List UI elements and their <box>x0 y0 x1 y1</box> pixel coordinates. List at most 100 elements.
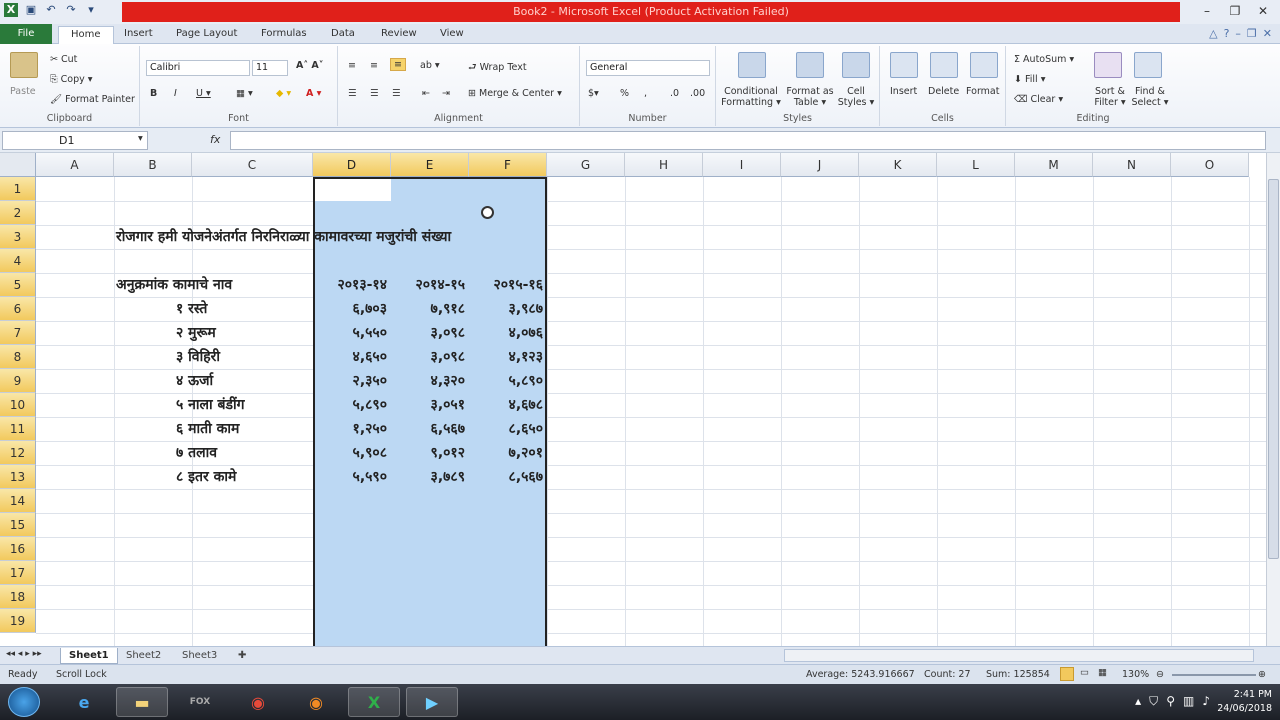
zoom-in-icon[interactable]: ⊕ <box>1258 669 1266 680</box>
select-all-button[interactable] <box>0 153 36 177</box>
insert-button[interactable]: Insert <box>890 86 917 97</box>
column-header-o[interactable]: O <box>1171 153 1249 177</box>
tab-formulas[interactable]: Formulas <box>261 26 307 44</box>
name-box[interactable]: D1 <box>2 131 148 150</box>
tab-home[interactable]: Home <box>58 26 114 44</box>
row-header[interactable]: 6 <box>0 297 36 321</box>
active-cell[interactable] <box>315 179 391 201</box>
decrease-indent-icon[interactable]: ⇤ <box>422 88 430 99</box>
row-header[interactable]: 3 <box>0 225 36 249</box>
workbook-restore-icon[interactable]: ❐ <box>1247 27 1257 40</box>
column-header-f[interactable]: F <box>469 153 547 177</box>
sort-filter-button[interactable]: Sort & Filter ▾ <box>1090 86 1130 108</box>
font-size-select[interactable]: 11 <box>252 60 288 76</box>
align-right-icon[interactable]: ☰ <box>392 88 401 99</box>
row-header[interactable]: 2 <box>0 201 36 225</box>
work-name-cell[interactable]: ३ विहिरी <box>176 345 220 369</box>
zoom-level[interactable]: 130% <box>1122 669 1149 680</box>
header-label[interactable]: अनुक्रमांक कामाचे नाव <box>116 273 232 297</box>
column-header-l[interactable]: L <box>937 153 1015 177</box>
value-cell[interactable]: ४,०७६ <box>469 321 543 345</box>
folder-icon[interactable]: ▬ <box>116 687 168 717</box>
tab-file[interactable]: File <box>0 24 52 44</box>
tab-insert[interactable]: Insert <box>124 26 153 44</box>
show-hidden-icons-icon[interactable]: ▴ <box>1135 694 1141 709</box>
row-header[interactable]: 4 <box>0 249 36 273</box>
conditional-formatting-button[interactable]: Conditional Formatting ▾ <box>720 86 782 108</box>
align-middle-icon[interactable]: ≡ <box>370 60 378 71</box>
value-cell[interactable]: ४,१२३ <box>469 345 543 369</box>
work-name-cell[interactable]: १ रस्ते <box>176 297 207 321</box>
insert-cells-icon[interactable] <box>890 52 918 78</box>
bold-icon[interactable]: B <box>150 88 157 99</box>
sheet-tab-3[interactable]: Sheet3 <box>174 648 225 664</box>
paste-icon[interactable] <box>10 52 38 78</box>
format-table-icon[interactable] <box>796 52 824 78</box>
value-cell[interactable]: ५,५९० <box>313 465 387 489</box>
customize-qat-icon[interactable]: ▾ <box>84 3 98 17</box>
value-cell[interactable]: ५,५५० <box>313 321 387 345</box>
fill-color-icon[interactable]: ◆ ▾ <box>276 88 291 99</box>
row-header[interactable]: 5 <box>0 273 36 297</box>
worksheet-grid[interactable]: A B C D E F G H I J K L M N O 1 2 3 4 5 … <box>0 153 1280 646</box>
value-cell[interactable]: ८,६५० <box>469 417 543 441</box>
sort-filter-icon[interactable] <box>1094 52 1122 78</box>
work-name-cell[interactable]: ५ नाला बंडींग <box>176 393 245 417</box>
currency-icon[interactable]: $▾ <box>588 88 599 99</box>
column-header-e[interactable]: E <box>391 153 469 177</box>
help-icon[interactable]: ? <box>1224 27 1230 40</box>
column-header-c[interactable]: C <box>192 153 313 177</box>
value-cell[interactable]: ३,०९८ <box>391 321 465 345</box>
fill-button[interactable]: ⬇ Fill ▾ <box>1014 74 1045 85</box>
row-header[interactable]: 8 <box>0 345 36 369</box>
conditional-formatting-icon[interactable] <box>738 52 766 78</box>
value-cell[interactable]: २,३५० <box>313 369 387 393</box>
restore-icon[interactable]: ❐ <box>1222 2 1248 20</box>
align-bottom-icon[interactable]: ≡ <box>390 58 406 71</box>
orientation-icon[interactable]: ab ▾ <box>420 60 440 71</box>
row-header[interactable]: 18 <box>0 585 36 609</box>
column-header-d[interactable]: D <box>313 153 391 177</box>
merge-center-button[interactable]: ⊞ Merge & Center ▾ <box>468 88 562 99</box>
insert-sheet-icon[interactable]: ✚ <box>230 648 254 664</box>
work-name-cell[interactable]: २ मुरूम <box>176 321 216 345</box>
value-cell[interactable]: ६,७०३ <box>313 297 387 321</box>
row-header[interactable]: 14 <box>0 489 36 513</box>
column-header-k[interactable]: K <box>859 153 937 177</box>
page-layout-view-icon[interactable]: ▭ <box>1080 667 1089 678</box>
value-cell[interactable]: ९,०१२ <box>391 441 465 465</box>
zoom-out-icon[interactable]: ⊖ <box>1156 669 1164 680</box>
firefox-icon[interactable]: ◉ <box>290 687 342 717</box>
clock[interactable]: 2:41 PM 24/06/2018 <box>1217 688 1272 716</box>
work-name-cell[interactable]: ७ तलाव <box>176 441 217 465</box>
redo-icon[interactable]: ↷ <box>64 3 78 17</box>
center-icon[interactable]: ☰ <box>370 88 379 99</box>
paste-button[interactable]: Paste <box>10 86 36 97</box>
sheet-title[interactable]: रोजगार हमी योजनेअंतर्गत निरनिराळ्या कामा… <box>116 225 451 249</box>
column-header-h[interactable]: H <box>625 153 703 177</box>
format-table-button[interactable]: Format as Table ▾ <box>784 86 836 108</box>
percent-icon[interactable]: % <box>620 88 629 99</box>
comma-icon[interactable]: , <box>644 88 647 99</box>
cell-styles-button[interactable]: Cell Styles ▾ <box>836 86 876 108</box>
underline-icon[interactable]: U ▾ <box>196 88 211 99</box>
value-cell[interactable]: ७,२०१ <box>469 441 543 465</box>
row-header[interactable]: 12 <box>0 441 36 465</box>
sheet-tab-1[interactable]: Sheet1 <box>60 648 118 664</box>
insert-function-button[interactable]: fx <box>210 133 220 146</box>
find-select-button[interactable]: Find & Select ▾ <box>1130 86 1170 108</box>
value-cell[interactable]: ५,९०८ <box>313 441 387 465</box>
work-name-cell[interactable]: ८ इतर कामे <box>176 465 236 489</box>
ie-icon[interactable]: e <box>58 687 110 717</box>
fox-icon[interactable]: FOX <box>174 687 226 717</box>
normal-view-icon[interactable] <box>1060 667 1074 681</box>
value-cell[interactable]: ४,३२० <box>391 369 465 393</box>
number-format-select[interactable]: General <box>586 60 710 76</box>
increase-indent-icon[interactable]: ⇥ <box>442 88 450 99</box>
row-header[interactable]: 7 <box>0 321 36 345</box>
column-header-a[interactable]: A <box>36 153 114 177</box>
delete-cells-icon[interactable] <box>930 52 958 78</box>
column-header-b[interactable]: B <box>114 153 192 177</box>
work-name-cell[interactable]: ४ ऊर्जा <box>176 369 213 393</box>
value-cell[interactable]: ३,७८९ <box>391 465 465 489</box>
